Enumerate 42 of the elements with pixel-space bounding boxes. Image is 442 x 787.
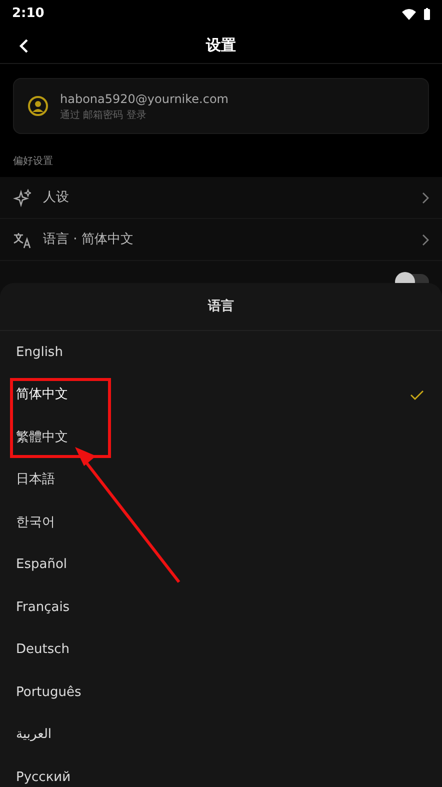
language-option[interactable]: العربية — [0, 714, 442, 756]
language-option[interactable]: Português — [0, 671, 442, 714]
language-label: Deutsch — [16, 641, 70, 659]
wifi-icon — [402, 8, 416, 20]
back-icon — [19, 38, 29, 54]
row-label: 语言 · 简体中文 — [43, 230, 134, 249]
language-label: Русский — [16, 768, 71, 786]
language-option[interactable]: 简体中文 — [0, 374, 442, 416]
page-title: 设置 — [206, 35, 236, 56]
settings-row[interactable]: 语言 · 简体中文 — [0, 219, 442, 261]
language-label: Español — [16, 556, 68, 574]
language-label: Français — [16, 598, 70, 616]
account-card[interactable]: habona5920@yournike.com 通过 邮箱密码 登录 — [13, 78, 429, 134]
language-option[interactable]: 日本語 — [0, 458, 442, 501]
language-option[interactable]: English — [0, 331, 442, 374]
language-label: العربية — [16, 726, 52, 744]
language-option[interactable]: Français — [0, 586, 442, 628]
language-label: 日本語 — [16, 471, 55, 489]
language-option[interactable]: 繁體中文 — [0, 416, 442, 458]
language-label: 简体中文 — [16, 386, 68, 404]
language-label: 繁體中文 — [16, 428, 68, 446]
language-option[interactable]: 한국어 — [0, 501, 442, 544]
language-label: English — [16, 344, 63, 362]
sparkle-icon — [13, 188, 31, 206]
language-option[interactable]: Русский — [0, 756, 442, 787]
row-label: 人设 — [43, 188, 69, 207]
login-method: 通过 邮箱密码 登录 — [60, 108, 148, 122]
chevron-icon — [421, 234, 429, 246]
status-time: 2:10 — [12, 5, 44, 24]
user-icon — [28, 96, 48, 116]
chevron-icon — [421, 192, 429, 204]
settings-row[interactable]: 人设 — [0, 177, 442, 219]
sheet-title: 语言 — [208, 298, 234, 316]
language-label: 한국어 — [16, 514, 55, 532]
language-label: Português — [16, 684, 82, 702]
language-option[interactable]: Español — [0, 544, 442, 586]
language-option[interactable]: Deutsch — [0, 628, 442, 671]
checkmark-icon — [410, 390, 424, 400]
section-title: 偏好设置 — [12, 154, 54, 169]
battery-icon — [424, 8, 430, 20]
account-email: habona5920@yournike.com — [60, 90, 228, 108]
translate-icon — [13, 230, 31, 248]
